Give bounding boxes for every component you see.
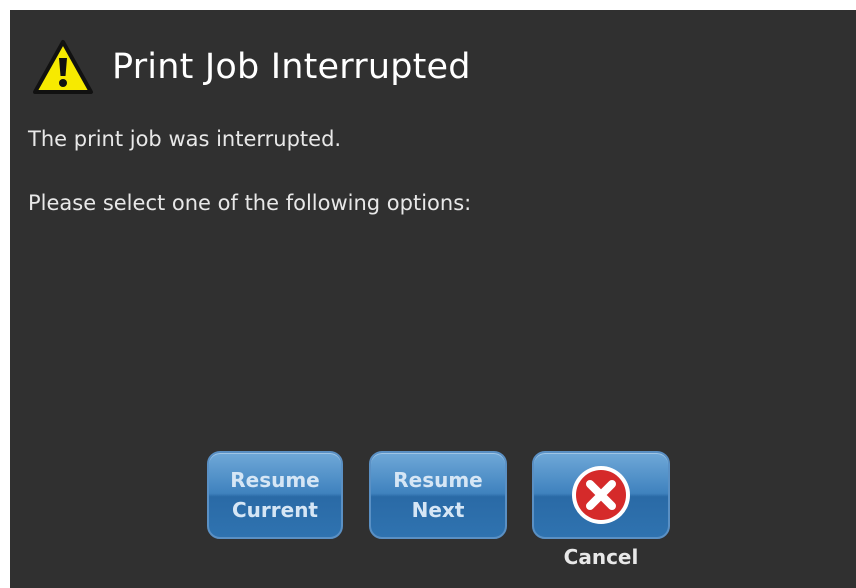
message-interrupted: The print job was interrupted.: [28, 127, 342, 151]
resume-next-label: Resume Next: [393, 468, 483, 522]
dialog-header: Print Job Interrupted: [32, 36, 471, 98]
message-select-option: Please select one of the following optio…: [28, 191, 472, 215]
resume-current-label: Resume Current: [230, 468, 320, 522]
dialog-title: Print Job Interrupted: [112, 47, 471, 87]
resume-next-button[interactable]: Resume Next: [369, 451, 507, 539]
close-icon: [572, 466, 630, 524]
resume-current-button[interactable]: Resume Current: [207, 451, 343, 539]
warning-icon: [33, 40, 93, 94]
cancel-button[interactable]: [532, 451, 670, 539]
cancel-label: Cancel: [563, 545, 639, 569]
print-job-interrupted-dialog: Print Job Interrupted The print job was …: [10, 10, 856, 588]
